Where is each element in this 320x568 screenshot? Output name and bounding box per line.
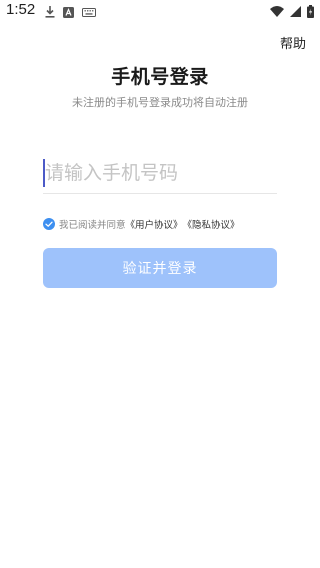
wifi-icon: [270, 5, 284, 17]
status-notification-icons: [45, 5, 96, 19]
phone-field[interactable]: [43, 155, 279, 194]
battery-icon: [307, 4, 314, 18]
help-link[interactable]: 帮助: [280, 33, 306, 52]
status-system-icons: [270, 4, 314, 18]
page-title: 手机号登录: [111, 66, 209, 88]
agreement-checkbox[interactable]: [43, 218, 55, 230]
verify-login-button[interactable]: 验证并登录: [43, 248, 277, 288]
agreement-row: 我已阅读并同意 《用户协议》 《隐私协议》: [43, 216, 240, 232]
user-agreement-link[interactable]: 《用户协议》: [126, 217, 183, 231]
agreement-text: 我已阅读并同意: [59, 220, 126, 231]
status-time: 1:52: [6, 1, 36, 18]
keyboard-icon: [82, 7, 96, 17]
checkmark-circle-icon: [43, 218, 55, 230]
privacy-agreement-link[interactable]: 《隐私协议》: [183, 217, 240, 231]
page-subtitle: 未注册的手机号登录成功将自动注册: [72, 96, 248, 109]
phone-input[interactable]: [43, 155, 279, 191]
font-badge-icon: [63, 6, 74, 18]
text-cursor: [43, 159, 45, 187]
status-bar: 1:52: [0, 0, 320, 24]
cellular-signal-icon: [290, 5, 301, 17]
download-icon: [45, 6, 55, 18]
